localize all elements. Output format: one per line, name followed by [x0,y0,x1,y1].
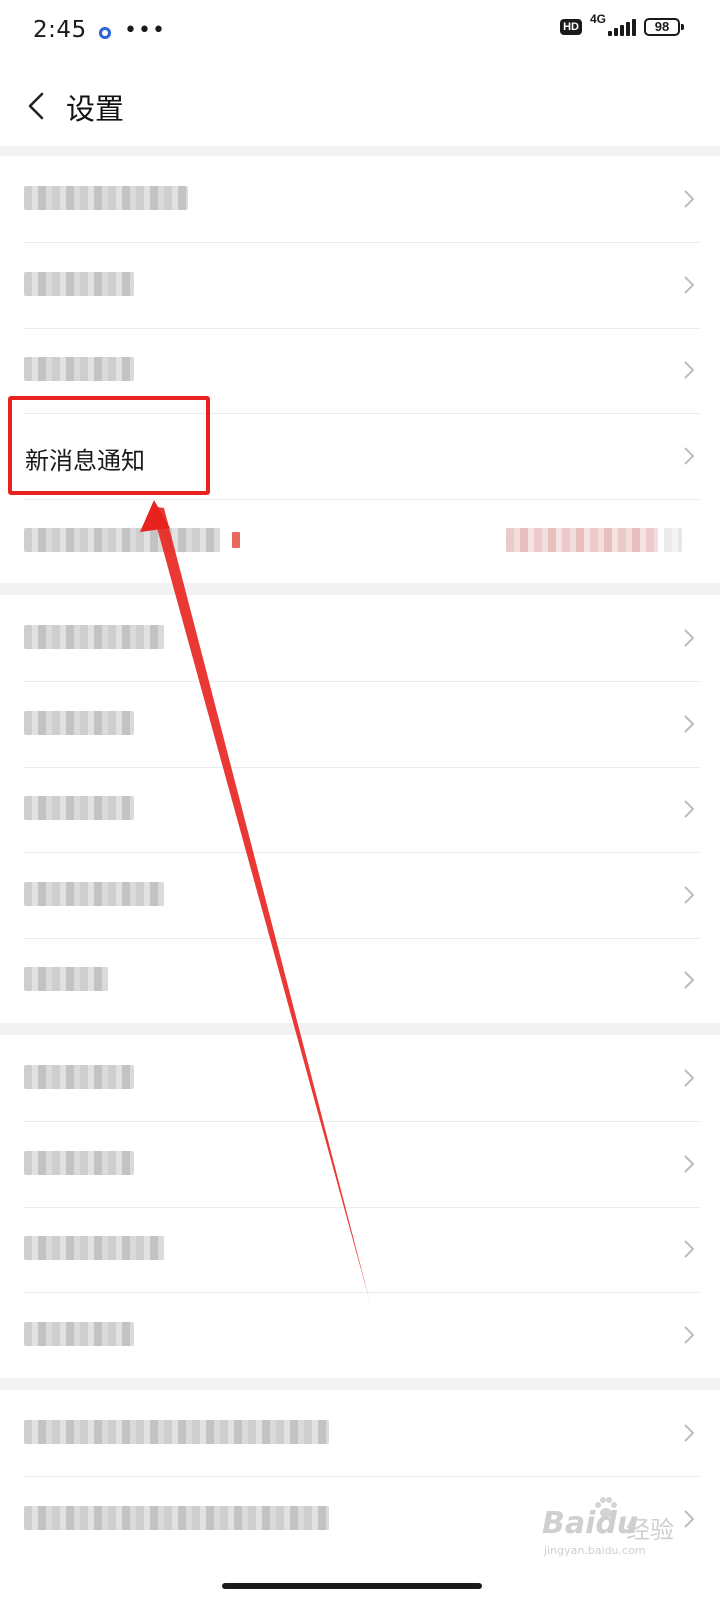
blurred-label [24,528,220,552]
chevron-right-icon [684,800,695,818]
nav-bar: 设置 [0,66,720,146]
settings-row[interactable] [0,1206,720,1293]
blurred-label [24,1420,329,1444]
blurred-label [24,1322,134,1346]
settings-row[interactable] [0,937,720,1024]
settings-row[interactable] [0,1035,720,1122]
back-arrow-icon[interactable] [20,88,56,124]
highlight-annotation-box [8,396,210,495]
chevron-right-icon [684,1069,695,1087]
blurred-value [664,528,682,552]
settings-row[interactable] [0,681,720,768]
watermark-logo: Baidu [542,1506,639,1541]
blurred-label [24,272,134,296]
status-bar: 2:45 ••• HD 4G 98 [0,0,720,66]
chevron-right-icon [684,629,695,647]
blurred-label [24,796,134,820]
blurred-label [24,1065,134,1089]
baidu-watermark: Baidu 经验 jingyan.baidu.com [542,1494,702,1564]
page-title: 设置 [66,92,125,126]
settings-row[interactable] [0,156,720,243]
red-badge [232,532,240,548]
status-time: 2:45 [33,17,87,43]
app-notification-icon [99,27,111,39]
chevron-right-icon [684,190,695,208]
blurred-label [24,1151,134,1175]
settings-row[interactable] [0,1292,720,1379]
signal-icon [608,18,636,36]
chevron-right-icon [684,971,695,989]
settings-row[interactable] [0,1390,720,1477]
blurred-label [24,625,164,649]
blurred-label [24,967,108,991]
blurred-label [24,1506,329,1530]
settings-row[interactable] [0,595,720,682]
settings-row[interactable] [0,1121,720,1208]
section-separator [0,146,720,156]
blurred-label [24,711,134,735]
chevron-right-icon [684,1326,695,1344]
blurred-label [24,186,188,210]
chevron-right-icon [684,1424,695,1442]
section-separator [0,1378,720,1390]
watermark-cn: 经验 [626,1516,674,1544]
settings-row[interactable] [0,852,720,939]
blurred-label [24,882,164,906]
more-notifications-icon: ••• [124,18,166,43]
chevron-right-icon [684,361,695,379]
settings-row[interactable] [0,242,720,329]
home-indicator[interactable] [222,1583,482,1589]
chevron-right-icon [684,447,695,465]
settings-row[interactable] [0,766,720,853]
chevron-right-icon [684,1240,695,1258]
status-indicators: HD 4G 98 [560,12,684,36]
settings-row[interactable] [0,498,720,585]
chevron-right-icon [684,276,695,294]
watermark-url: jingyan.baidu.com [544,1544,646,1557]
blurred-label [24,357,134,381]
chevron-right-icon [684,886,695,904]
battery-icon: 98 [644,18,684,36]
section-separator [0,1023,720,1035]
chevron-right-icon [684,1155,695,1173]
chevron-right-icon [684,715,695,733]
hd-badge: HD [560,19,582,35]
blurred-value [506,528,658,552]
blurred-label [24,1236,164,1260]
network-type: 4G [589,12,606,26]
